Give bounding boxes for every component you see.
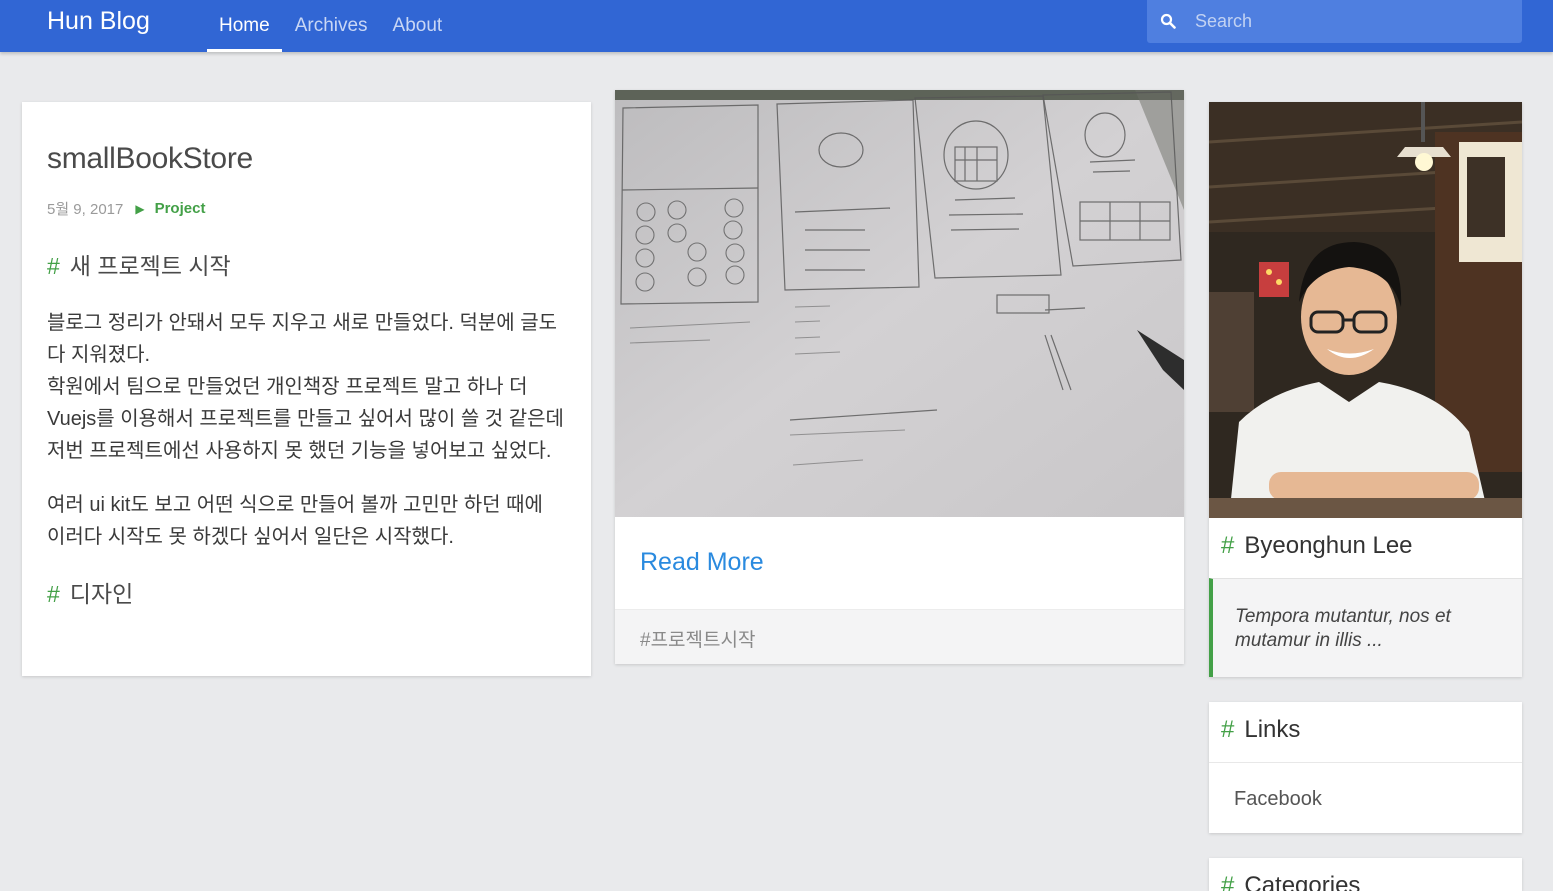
hash-icon: # [1221, 716, 1235, 743]
paragraph-text: 블로그 정리가 안돼서 모두 지우고 새로 만들었다. 덕분에 글도 다 지워졌… [47, 312, 558, 366]
facebook-link[interactable]: Facebook [1234, 788, 1322, 811]
post-meta: 5월 9, 2017 ▶ Project [47, 198, 566, 219]
read-more-link[interactable]: Read More [640, 548, 764, 577]
hash-icon: # [47, 253, 60, 279]
wireframe-sketch-image [615, 90, 1184, 517]
nav-home[interactable]: Home [207, 0, 282, 52]
categories-title: # Categories [1221, 872, 1360, 891]
hash-icon: # [1221, 532, 1235, 559]
post-title[interactable]: smallBookStore [47, 142, 566, 176]
hash-icon: # [1221, 872, 1235, 891]
categories-widget: # Categories [1209, 858, 1522, 891]
post-paragraph: 블로그 정리가 안돼서 모두 지우고 새로 만들었다. 덕분에 글도 다 지워졌… [47, 307, 566, 467]
main-nav: Home Archives About [207, 0, 455, 52]
links-title-text: Links [1244, 716, 1301, 743]
links-title: # Links [1221, 716, 1300, 744]
top-navbar: Hun Blog Home Archives About [0, 0, 1553, 52]
nav-archives[interactable]: Archives [283, 0, 380, 52]
tag-bar: #프로젝트시작 [615, 609, 1184, 664]
profile-quote: Tempora mutantur, nos et mutamur in illi… [1209, 578, 1522, 677]
profile-widget: # Byeonghun Lee Tempora mutantur, nos et … [1209, 102, 1522, 677]
tag-link[interactable]: #프로젝트시작 [640, 625, 755, 652]
nav-about[interactable]: About [381, 0, 455, 52]
avatar [1209, 102, 1522, 518]
play-arrow-icon: ▶ [135, 201, 145, 216]
feature-card: Read More #프로젝트시작 [615, 90, 1184, 664]
profile-name: # Byeonghun Lee [1221, 532, 1413, 560]
divider [1209, 762, 1522, 763]
section-heading: # 디자인 [47, 575, 566, 609]
post-card: smallBookStore 5월 9, 2017 ▶ Project # 새 프… [22, 102, 591, 676]
post-category-link[interactable]: Project [155, 200, 206, 217]
section-heading-text: 새 프로젝트 시작 [69, 253, 231, 279]
search-icon[interactable] [1160, 13, 1176, 29]
search-box [1147, 0, 1522, 43]
section-heading: # 새 프로젝트 시작 [47, 247, 566, 281]
links-widget: # Links Facebook [1209, 702, 1522, 833]
profile-name-text: Byeonghun Lee [1244, 532, 1413, 559]
paragraph-text: 학원에서 팀으로 만들었던 개인책장 프로젝트 말고 하나 더 Vuejs를 이… [47, 376, 564, 462]
site-brand[interactable]: Hun Blog [47, 7, 150, 36]
hash-icon: # [47, 581, 60, 607]
search-input[interactable] [1195, 8, 1505, 34]
post-date: 5월 9, 2017 [47, 201, 124, 218]
categories-title-text: Categories [1244, 872, 1361, 891]
section-heading-text: 디자인 [69, 581, 134, 607]
post-paragraph: 여러 ui kit도 보고 어떤 식으로 만들어 볼까 고민만 하던 때에 이러… [47, 494, 543, 548]
